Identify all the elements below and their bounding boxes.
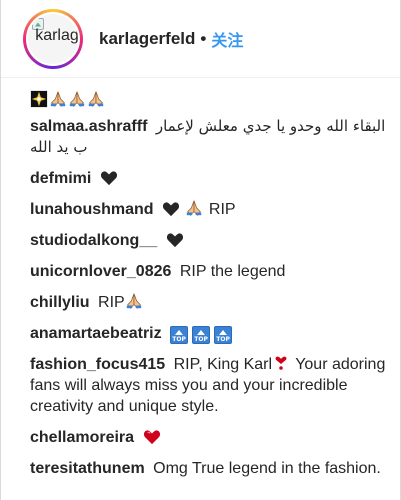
black-heart-icon xyxy=(100,171,117,186)
folded-hands-icon xyxy=(187,200,202,216)
folded-hands-icon xyxy=(50,91,66,107)
comment-text: RIP, King Karl xyxy=(173,356,273,373)
story-ring[interactable]: karlag xyxy=(23,8,83,69)
separator-dot: • xyxy=(200,28,207,48)
comment-list[interactable]: salmaa.ashrafff البقاء الله وحدو يا جدي … xyxy=(1,78,400,500)
comment-username-link[interactable]: unicornlover_0826 xyxy=(30,263,171,280)
profile-username-link[interactable]: karlagerfeld xyxy=(99,29,195,49)
comment-username-link[interactable]: defmimi xyxy=(30,170,91,187)
top-arrow-icon: TOP xyxy=(192,326,211,344)
comment-item: lunahoushmand RIP xyxy=(30,199,386,220)
follow-button[interactable]: 关注 xyxy=(211,27,243,51)
red-heart-icon xyxy=(143,430,160,445)
comment-item: anamartaebeatriz TOP TOP TOP xyxy=(30,323,386,344)
folded-hands-icon xyxy=(88,91,104,107)
comment-item xyxy=(30,78,386,108)
comment-text: RIP the legend xyxy=(179,263,286,280)
avatar[interactable]: karlag xyxy=(26,11,80,66)
comment-username-link[interactable]: anamartaebeatriz xyxy=(30,325,162,342)
avatar-alt-text: karlag xyxy=(35,26,79,44)
comment-item: studiodalkong__ xyxy=(30,230,386,251)
comment-item: defmimi xyxy=(30,168,386,189)
comment-username-link[interactable]: chillyliu xyxy=(30,294,90,311)
comment-username-link[interactable]: salmaa.ashrafff xyxy=(30,118,147,135)
folded-hands-icon xyxy=(126,293,141,309)
folded-hands-icon xyxy=(69,91,85,107)
comment-username-link[interactable]: lunahoushmand xyxy=(30,201,154,218)
comment-text: RIP xyxy=(98,294,125,311)
top-arrow-icon: TOP xyxy=(214,326,233,344)
sparkle-icon xyxy=(30,90,48,108)
comment-username-link[interactable]: chellamoreira xyxy=(30,429,134,446)
comment-item: teresitathunem Omg True legend in the fa… xyxy=(30,458,386,479)
comment-username-link[interactable]: studiodalkong__ xyxy=(30,232,157,249)
heart-exclamation-icon xyxy=(275,356,287,370)
comment-text: RIP xyxy=(208,201,236,218)
comment-item: salmaa.ashrafff البقاء الله وحدو يا جدي … xyxy=(30,116,386,158)
avatar-placeholder: karlag xyxy=(28,13,79,64)
comment-item: unicornlover_0826 RIP the legend xyxy=(30,261,386,282)
comment-item: chellamoreira xyxy=(30,427,386,448)
comment-username-link[interactable]: teresitathunem xyxy=(30,460,145,477)
comment-username-link[interactable]: fashion_focus415 xyxy=(30,356,165,373)
comments-panel: karlag karlagerfeld • 关注 salmaa.ashrafff… xyxy=(0,0,401,500)
comment-text: Omg True legend in the fashion. xyxy=(153,460,381,477)
comment-item: fashion_focus415 RIP, King Karl Your ado… xyxy=(30,354,386,417)
header-text: karlagerfeld • 关注 xyxy=(99,27,243,51)
post-header: karlag karlagerfeld • 关注 xyxy=(1,0,400,78)
top-arrow-icon: TOP xyxy=(170,326,189,344)
black-heart-icon xyxy=(166,233,183,248)
comment-item: chillyliu RIP xyxy=(30,292,386,313)
black-heart-icon xyxy=(162,202,180,217)
